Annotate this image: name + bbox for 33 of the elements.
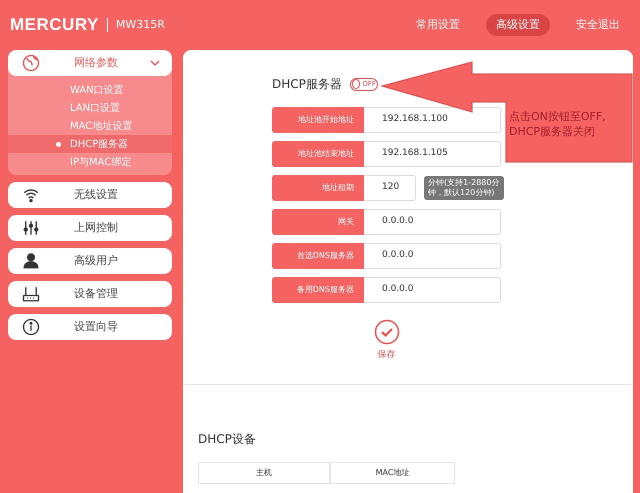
- check-icon: [374, 319, 400, 345]
- menu-item[interactable]: 设备管理: [8, 281, 172, 307]
- field-label: 备用DNS服务器: [272, 277, 364, 303]
- save-button[interactable]: 保存: [272, 319, 501, 362]
- router-icon: [22, 285, 40, 303]
- menu-item[interactable]: 设置向导: [8, 314, 172, 340]
- input-field[interactable]: 120: [364, 175, 416, 201]
- menu-item[interactable]: 高级用户: [8, 248, 172, 274]
- menu-item[interactable]: 上网控制: [8, 215, 172, 241]
- input-field[interactable]: 0.0.0.0: [364, 277, 501, 303]
- field-label: 地址租期: [272, 175, 364, 201]
- annotation-text: 点击ON按钮至OFF, DHCP服务器关闭: [509, 110, 607, 140]
- input-field[interactable]: 0.0.0.0: [364, 209, 501, 235]
- user-icon: [22, 252, 40, 270]
- field-label: 网关: [272, 209, 364, 235]
- input-field[interactable]: 192.168.1.105: [364, 141, 501, 167]
- brand-logo: MERCURY: [10, 14, 99, 36]
- field-label: 地址池开始地址: [272, 107, 364, 133]
- menu-item[interactable]: 无线设置: [8, 182, 172, 208]
- chevron-icon: [150, 58, 160, 68]
- field-label: 首选DNS服务器: [272, 243, 364, 269]
- section-title: DHCP服务器: [272, 76, 342, 93]
- info-icon: [22, 318, 40, 336]
- input-field[interactable]: 192.168.1.100: [364, 107, 501, 133]
- nav-tab[interactable]: 高级设置: [486, 14, 550, 36]
- input-field[interactable]: 0.0.0.0: [364, 243, 501, 269]
- field-label: 地址池结束地址: [272, 141, 364, 167]
- hint-tooltip: 分钟(支持1-2880分钟，默认120分钟): [424, 176, 504, 200]
- model-name: MW315R: [116, 16, 165, 33]
- column-header: MAC地址: [330, 462, 455, 484]
- column-header: 主机: [198, 462, 330, 484]
- section-title: DHCP设备: [198, 431, 257, 448]
- sliders-icon: [22, 219, 40, 237]
